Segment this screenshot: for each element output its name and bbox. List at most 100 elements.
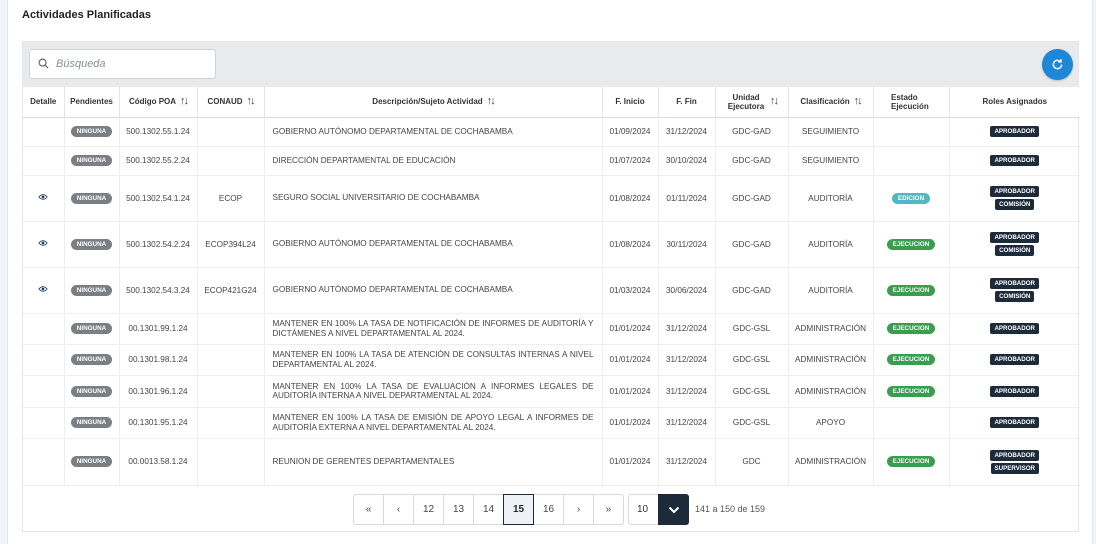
cell-fecha-fin: 30/11/2024 bbox=[658, 221, 716, 268]
last-page-button[interactable]: » bbox=[593, 494, 624, 525]
page-button-16[interactable]: 16 bbox=[533, 494, 564, 525]
page-size-select[interactable]: 10 bbox=[628, 494, 689, 525]
cell-clasificacion: SEGUIMIENTO bbox=[788, 117, 874, 147]
cell-fecha-inicio: 01/08/2024 bbox=[602, 175, 659, 222]
pending-badge: NINGUNA bbox=[70, 238, 113, 250]
eye-icon[interactable] bbox=[38, 285, 48, 293]
table-row: NINGUNA 500.1302.55.2.24 DIRECCIÓN DEPARTA… bbox=[23, 146, 1080, 176]
search-box[interactable] bbox=[29, 49, 216, 79]
sort-icon[interactable]: ↑↓ bbox=[487, 95, 496, 108]
roles-list: APROBADOR COMISIÓN bbox=[953, 231, 1078, 257]
cell-fecha-fin: 31/12/2024 bbox=[658, 344, 716, 376]
cell-codigo-poa: 00.1301.98.1.24 bbox=[119, 344, 198, 376]
page-button-15[interactable]: 15 bbox=[503, 494, 534, 525]
cell-roles-asignados: APROBADOR bbox=[949, 313, 1080, 345]
column-header-codigo-poa[interactable]: Código POA ↑↓ bbox=[119, 87, 198, 118]
cell-descripcion: GOBIERNO AUTÓNOMO DEPARTAMENTAL DE COCHA… bbox=[264, 267, 603, 314]
cell-conaud: ECOP bbox=[197, 175, 265, 222]
cell-detalle bbox=[23, 175, 65, 222]
column-header-label: CONAUD bbox=[207, 97, 243, 107]
column-header-descripcion[interactable]: Descripción/Sujeto Actividad ↑↓ bbox=[264, 87, 603, 118]
cell-codigo-poa: 500.1302.54.3.24 bbox=[119, 267, 198, 314]
cell-clasificacion: ADMINISTRACIÓN bbox=[788, 344, 874, 376]
role-badge: APROBADOR bbox=[990, 449, 1040, 461]
cell-clasificacion: APOYO bbox=[788, 407, 874, 439]
cell-codigo-poa: 500.1302.54.1.24 bbox=[119, 175, 198, 222]
roles-list: APROBADOR SUPERVISOR bbox=[953, 449, 1078, 475]
search-input[interactable] bbox=[56, 55, 206, 73]
cell-roles-asignados: APROBADOR bbox=[949, 375, 1080, 408]
pending-badge: NINGUNA bbox=[70, 456, 113, 467]
cell-clasificacion: AUDITORÍA bbox=[788, 221, 874, 268]
sort-icon[interactable]: ↑↓ bbox=[854, 95, 863, 108]
refresh-icon bbox=[1052, 59, 1063, 70]
cell-detalle bbox=[23, 267, 65, 314]
chevron-down-icon bbox=[668, 506, 679, 513]
sort-icon[interactable]: ↑↓ bbox=[180, 95, 189, 108]
sort-icon[interactable]: ↑↓ bbox=[770, 95, 779, 108]
column-header-label: Código POA bbox=[128, 97, 177, 107]
roles-list: APROBADOR bbox=[953, 125, 1078, 138]
role-badge: APROBADOR bbox=[990, 126, 1040, 137]
cell-conaud bbox=[197, 344, 265, 376]
column-header-clasificacion[interactable]: Clasificación ↑↓ bbox=[788, 87, 874, 118]
table-row: NINGUNA 00.1301.99.1.24 MANTENER EN 100% L… bbox=[23, 313, 1080, 345]
role-badge: APROBADOR bbox=[990, 278, 1040, 289]
roles-list: APROBADOR bbox=[953, 385, 1078, 398]
column-header-label: F. Inicio bbox=[615, 97, 645, 107]
cell-codigo-poa: 500.1302.55.2.24 bbox=[119, 146, 198, 176]
refresh-button[interactable] bbox=[1042, 49, 1073, 80]
cell-codigo-poa: 00.1301.96.1.24 bbox=[119, 375, 198, 408]
cell-clasificacion: ADMINISTRACIÓN bbox=[788, 375, 874, 408]
column-header-label: Descripción/Sujeto Actividad bbox=[372, 97, 483, 107]
table-row: NINGUNA 500.1302.54.2.24 ECOP394L24 GOBIERN… bbox=[23, 221, 1080, 268]
page-size-toggle[interactable] bbox=[658, 494, 689, 525]
prev-page-button[interactable]: ‹ bbox=[383, 494, 414, 525]
cell-unidad-ejecutora: GDC-GAD bbox=[715, 175, 789, 222]
cell-roles-asignados: APROBADOR bbox=[949, 146, 1080, 176]
cell-roles-asignados: APROBADOR bbox=[949, 344, 1080, 376]
cell-descripcion: GOBIERNO AUTÓNOMO DEPARTAMENTAL DE COCHA… bbox=[264, 221, 603, 268]
activities-table: Detalle Pendientes Código POA ↑↓ CONAUD ↑↓ Des… bbox=[23, 87, 1080, 486]
cell-descripcion: MANTENER EN 100% LA TASA DE NOTIFICACIÓN… bbox=[264, 313, 603, 345]
eye-icon[interactable] bbox=[38, 239, 48, 247]
cell-fecha-fin: 31/12/2024 bbox=[658, 313, 716, 345]
page-button-12[interactable]: 12 bbox=[413, 494, 444, 525]
cell-fecha-fin: 31/12/2024 bbox=[658, 438, 716, 486]
column-header-conaud[interactable]: CONAUD ↑↓ bbox=[197, 87, 265, 118]
cell-descripcion: SEGURO SOCIAL UNIVERSITARIO DE COCHABAMB… bbox=[264, 175, 603, 222]
cell-fecha-inicio: 01/01/2024 bbox=[602, 313, 659, 345]
cell-clasificacion: SEGUIMIENTO bbox=[788, 146, 874, 176]
status-badge: EDICION bbox=[891, 192, 931, 204]
cell-descripcion: MANTENER EN 100% LA TASA DE EMISIÓN DE A… bbox=[264, 407, 603, 439]
next-page-button[interactable]: › bbox=[563, 494, 594, 525]
page-button-14[interactable]: 14 bbox=[473, 494, 504, 525]
cell-conaud: ECOP421G24 bbox=[197, 267, 265, 314]
pending-badge: NINGUNA bbox=[70, 385, 113, 397]
column-header-unidad-ejecutora[interactable]: Unidad Ejecutora ↑↓ bbox=[715, 87, 789, 118]
first-page-button[interactable]: « bbox=[353, 494, 384, 525]
role-badge: APROBADOR bbox=[990, 155, 1040, 166]
column-header-label: Clasificación bbox=[800, 97, 850, 107]
role-badge: APROBADOR bbox=[990, 323, 1040, 334]
cell-fecha-fin: 30/10/2024 bbox=[658, 146, 716, 176]
eye-icon[interactable] bbox=[38, 193, 48, 201]
column-header-label: Pendientes bbox=[70, 97, 113, 107]
cell-pendientes: NINGUNA bbox=[64, 267, 120, 314]
roles-list: APROBADOR bbox=[953, 353, 1078, 366]
sort-icon[interactable]: ↑↓ bbox=[247, 95, 256, 108]
cell-estado-ejecucion: EJECUCION bbox=[873, 267, 950, 314]
cell-unidad-ejecutora: GDC-GSL bbox=[715, 375, 789, 408]
role-badge: COMISIÓN bbox=[995, 291, 1035, 302]
cell-unidad-ejecutora: GDC-GSL bbox=[715, 407, 789, 439]
cell-clasificacion: AUDITORÍA bbox=[788, 175, 874, 222]
search-icon bbox=[38, 58, 49, 69]
page-button-13[interactable]: 13 bbox=[443, 494, 474, 525]
cell-codigo-poa: 500.1302.55.1.24 bbox=[119, 117, 198, 147]
table-header: Detalle Pendientes Código POA ↑↓ CONAUD ↑↓ Des… bbox=[23, 87, 1080, 118]
cell-estado-ejecucion: EJECUCION bbox=[873, 313, 950, 345]
cell-estado-ejecucion bbox=[873, 117, 950, 147]
cell-roles-asignados: APROBADOR COMISIÓN bbox=[949, 175, 1080, 222]
cell-estado-ejecucion: EJECUCION bbox=[873, 344, 950, 376]
cell-roles-asignados: APROBADOR SUPERVISOR bbox=[949, 438, 1080, 486]
